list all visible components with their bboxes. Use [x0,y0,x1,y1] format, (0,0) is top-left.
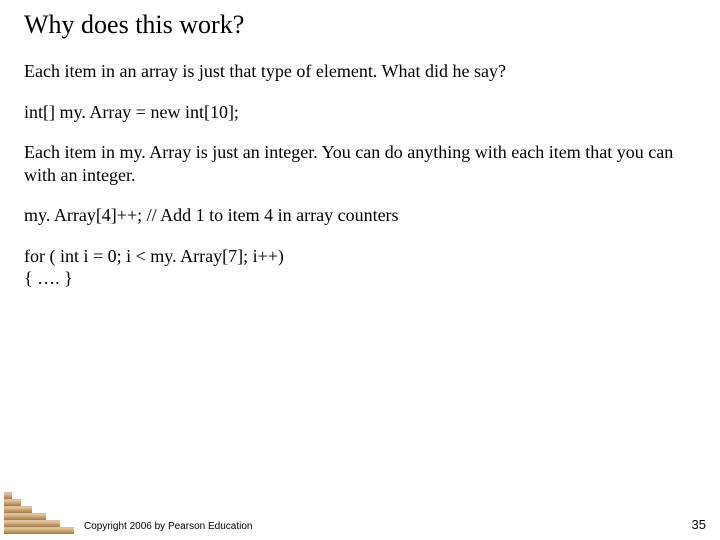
paragraph-explain: Each item in my. Array is just an intege… [24,141,696,186]
code-for-body: { …. } [24,267,696,290]
code-declaration: int[] my. Array = new int[10]; [24,101,696,124]
page-number: 35 [692,517,706,534]
slide-title: Why does this work? [24,10,696,40]
footer-left: Copyright 2006 by Pearson Education [4,492,252,534]
stairs-icon [4,492,74,534]
copyright-text: Copyright 2006 by Pearson Education [84,521,252,534]
slide-footer: Copyright 2006 by Pearson Education 35 [0,492,720,534]
code-increment: my. Array[4]++; // Add 1 to item 4 in ar… [24,204,696,227]
code-for-header: for ( int i = 0; i < my. Array[7]; i++) [24,245,696,268]
code-for-block: for ( int i = 0; i < my. Array[7]; i++) … [24,245,696,290]
slide: Why does this work? Each item in an arra… [0,0,720,540]
paragraph-intro: Each item in an array is just that type … [24,60,696,83]
